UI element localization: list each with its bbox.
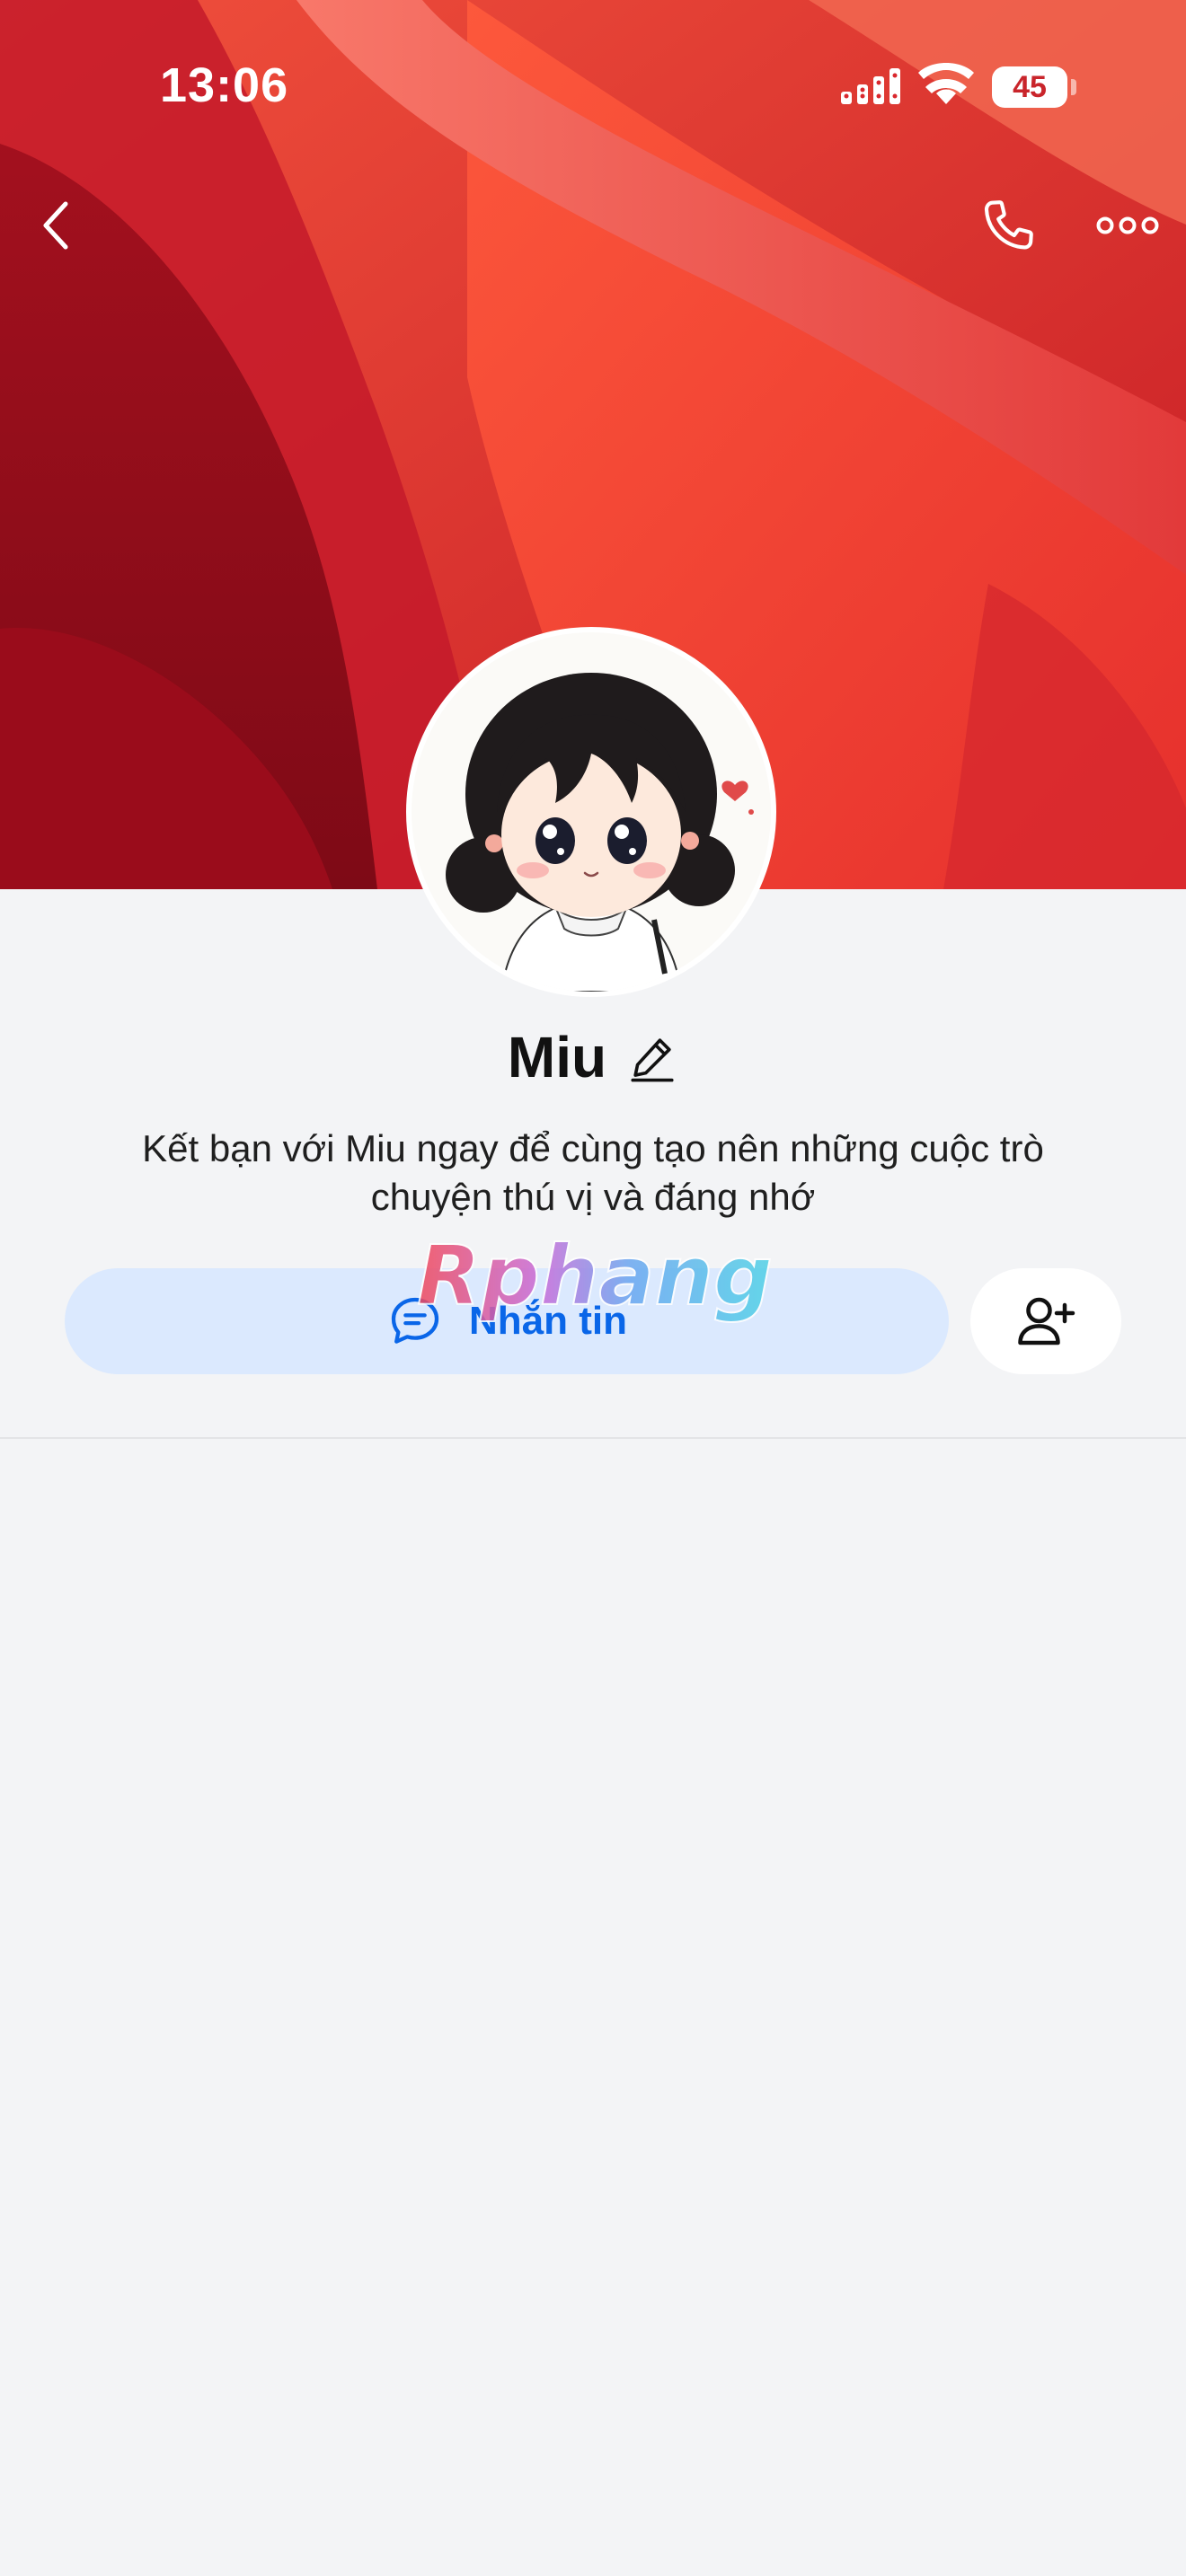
phone-icon <box>984 200 1033 250</box>
more-horizontal-icon <box>1096 216 1159 234</box>
rphang-watermark-logo: Rphang <box>416 1231 774 1325</box>
call-button[interactable] <box>969 185 1049 266</box>
battery-level-text: 45 <box>1013 70 1047 104</box>
profile-name-row: Miu <box>0 1017 1186 1098</box>
profile-name: Miu <box>507 1025 607 1090</box>
chevron-left-icon <box>43 201 68 250</box>
section-divider <box>0 1437 1186 1439</box>
status-bar: 13:06 45 <box>0 0 1186 171</box>
wifi-icon <box>918 63 974 104</box>
profile-bio: Kết bạn với Miu ngay để cùng tạo nên nhữ… <box>142 1127 1044 1218</box>
pencil-edit-icon[interactable] <box>626 1031 678 1083</box>
battery-tip <box>1071 79 1076 95</box>
profile-avatar[interactable] <box>406 627 776 997</box>
add-friend-button[interactable] <box>970 1268 1121 1374</box>
avatar-illustration <box>412 632 771 992</box>
svg-text:Rphang: Rphang <box>417 1231 773 1324</box>
back-button[interactable] <box>16 185 97 266</box>
more-options-button[interactable] <box>1087 185 1168 266</box>
status-time: 13:06 <box>160 58 289 112</box>
battery-indicator: 45 <box>992 66 1076 108</box>
add-user-icon <box>1018 1297 1075 1345</box>
cellular-signal-icon <box>841 68 900 104</box>
